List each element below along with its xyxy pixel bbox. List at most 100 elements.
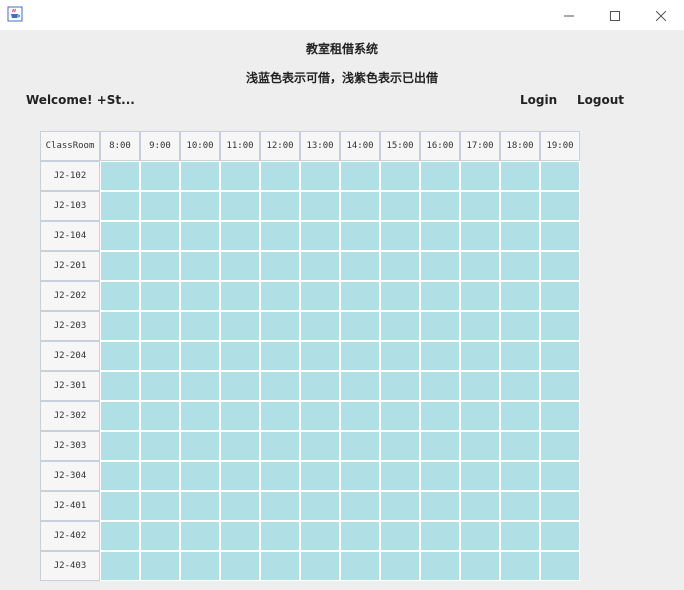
- time-slot-cell[interactable]: [380, 221, 420, 251]
- time-slot-cell[interactable]: [180, 311, 220, 341]
- time-slot-cell[interactable]: [500, 341, 540, 371]
- time-slot-cell[interactable]: [540, 161, 580, 191]
- time-slot-cell[interactable]: [100, 371, 140, 401]
- time-slot-cell[interactable]: [180, 251, 220, 281]
- time-slot-cell[interactable]: [340, 221, 380, 251]
- time-slot-cell[interactable]: [460, 491, 500, 521]
- time-slot-cell[interactable]: [500, 161, 540, 191]
- time-slot-cell[interactable]: [380, 521, 420, 551]
- time-slot-cell[interactable]: [300, 461, 340, 491]
- time-slot-cell[interactable]: [540, 221, 580, 251]
- time-slot-cell[interactable]: [260, 311, 300, 341]
- time-slot-cell[interactable]: [500, 191, 540, 221]
- time-slot-cell[interactable]: [460, 281, 500, 311]
- time-slot-cell[interactable]: [500, 461, 540, 491]
- time-slot-cell[interactable]: [460, 191, 500, 221]
- time-slot-cell[interactable]: [140, 521, 180, 551]
- time-slot-cell[interactable]: [140, 401, 180, 431]
- time-slot-cell[interactable]: [380, 341, 420, 371]
- time-slot-cell[interactable]: [500, 491, 540, 521]
- time-slot-cell[interactable]: [380, 191, 420, 221]
- time-slot-cell[interactable]: [500, 371, 540, 401]
- time-slot-cell[interactable]: [340, 551, 380, 581]
- time-slot-cell[interactable]: [500, 521, 540, 551]
- time-slot-cell[interactable]: [340, 431, 380, 461]
- time-slot-cell[interactable]: [340, 371, 380, 401]
- time-slot-cell[interactable]: [300, 521, 340, 551]
- time-slot-cell[interactable]: [300, 191, 340, 221]
- time-slot-cell[interactable]: [420, 191, 460, 221]
- time-slot-cell[interactable]: [140, 191, 180, 221]
- time-slot-cell[interactable]: [220, 221, 260, 251]
- time-slot-cell[interactable]: [100, 281, 140, 311]
- time-slot-cell[interactable]: [340, 521, 380, 551]
- time-slot-cell[interactable]: [140, 311, 180, 341]
- time-slot-cell[interactable]: [340, 281, 380, 311]
- time-slot-cell[interactable]: [100, 461, 140, 491]
- time-slot-cell[interactable]: [300, 491, 340, 521]
- time-slot-cell[interactable]: [380, 281, 420, 311]
- time-slot-cell[interactable]: [540, 311, 580, 341]
- time-slot-cell[interactable]: [100, 401, 140, 431]
- time-slot-cell[interactable]: [180, 401, 220, 431]
- time-slot-cell[interactable]: [500, 281, 540, 311]
- time-slot-cell[interactable]: [300, 251, 340, 281]
- time-slot-cell[interactable]: [380, 431, 420, 461]
- time-slot-cell[interactable]: [180, 371, 220, 401]
- time-slot-cell[interactable]: [380, 461, 420, 491]
- time-slot-cell[interactable]: [260, 401, 300, 431]
- time-slot-cell[interactable]: [260, 551, 300, 581]
- time-slot-cell[interactable]: [380, 401, 420, 431]
- time-slot-cell[interactable]: [380, 551, 420, 581]
- time-slot-cell[interactable]: [180, 431, 220, 461]
- time-slot-cell[interactable]: [260, 161, 300, 191]
- time-slot-cell[interactable]: [380, 161, 420, 191]
- time-slot-cell[interactable]: [100, 311, 140, 341]
- time-slot-cell[interactable]: [420, 161, 460, 191]
- time-slot-cell[interactable]: [180, 491, 220, 521]
- time-slot-cell[interactable]: [540, 281, 580, 311]
- time-slot-cell[interactable]: [540, 521, 580, 551]
- time-slot-cell[interactable]: [260, 341, 300, 371]
- time-slot-cell[interactable]: [540, 551, 580, 581]
- time-slot-cell[interactable]: [540, 431, 580, 461]
- time-slot-cell[interactable]: [220, 551, 260, 581]
- time-slot-cell[interactable]: [540, 191, 580, 221]
- time-slot-cell[interactable]: [140, 161, 180, 191]
- time-slot-cell[interactable]: [500, 431, 540, 461]
- time-slot-cell[interactable]: [180, 551, 220, 581]
- time-slot-cell[interactable]: [460, 251, 500, 281]
- time-slot-cell[interactable]: [340, 311, 380, 341]
- time-slot-cell[interactable]: [300, 221, 340, 251]
- time-slot-cell[interactable]: [500, 551, 540, 581]
- time-slot-cell[interactable]: [220, 311, 260, 341]
- time-slot-cell[interactable]: [140, 371, 180, 401]
- time-slot-cell[interactable]: [420, 521, 460, 551]
- close-button[interactable]: [638, 0, 684, 30]
- time-slot-cell[interactable]: [340, 461, 380, 491]
- time-slot-cell[interactable]: [300, 431, 340, 461]
- time-slot-cell[interactable]: [100, 551, 140, 581]
- time-slot-cell[interactable]: [380, 311, 420, 341]
- time-slot-cell[interactable]: [100, 521, 140, 551]
- time-slot-cell[interactable]: [300, 401, 340, 431]
- time-slot-cell[interactable]: [260, 221, 300, 251]
- time-slot-cell[interactable]: [300, 281, 340, 311]
- time-slot-cell[interactable]: [340, 401, 380, 431]
- time-slot-cell[interactable]: [460, 431, 500, 461]
- time-slot-cell[interactable]: [380, 491, 420, 521]
- time-slot-cell[interactable]: [220, 401, 260, 431]
- time-slot-cell[interactable]: [260, 281, 300, 311]
- time-slot-cell[interactable]: [180, 281, 220, 311]
- logout-button[interactable]: Logout: [577, 93, 624, 107]
- time-slot-cell[interactable]: [340, 341, 380, 371]
- time-slot-cell[interactable]: [540, 371, 580, 401]
- time-slot-cell[interactable]: [140, 461, 180, 491]
- time-slot-cell[interactable]: [140, 281, 180, 311]
- time-slot-cell[interactable]: [140, 551, 180, 581]
- time-slot-cell[interactable]: [500, 251, 540, 281]
- time-slot-cell[interactable]: [260, 461, 300, 491]
- time-slot-cell[interactable]: [100, 221, 140, 251]
- time-slot-cell[interactable]: [260, 431, 300, 461]
- time-slot-cell[interactable]: [540, 251, 580, 281]
